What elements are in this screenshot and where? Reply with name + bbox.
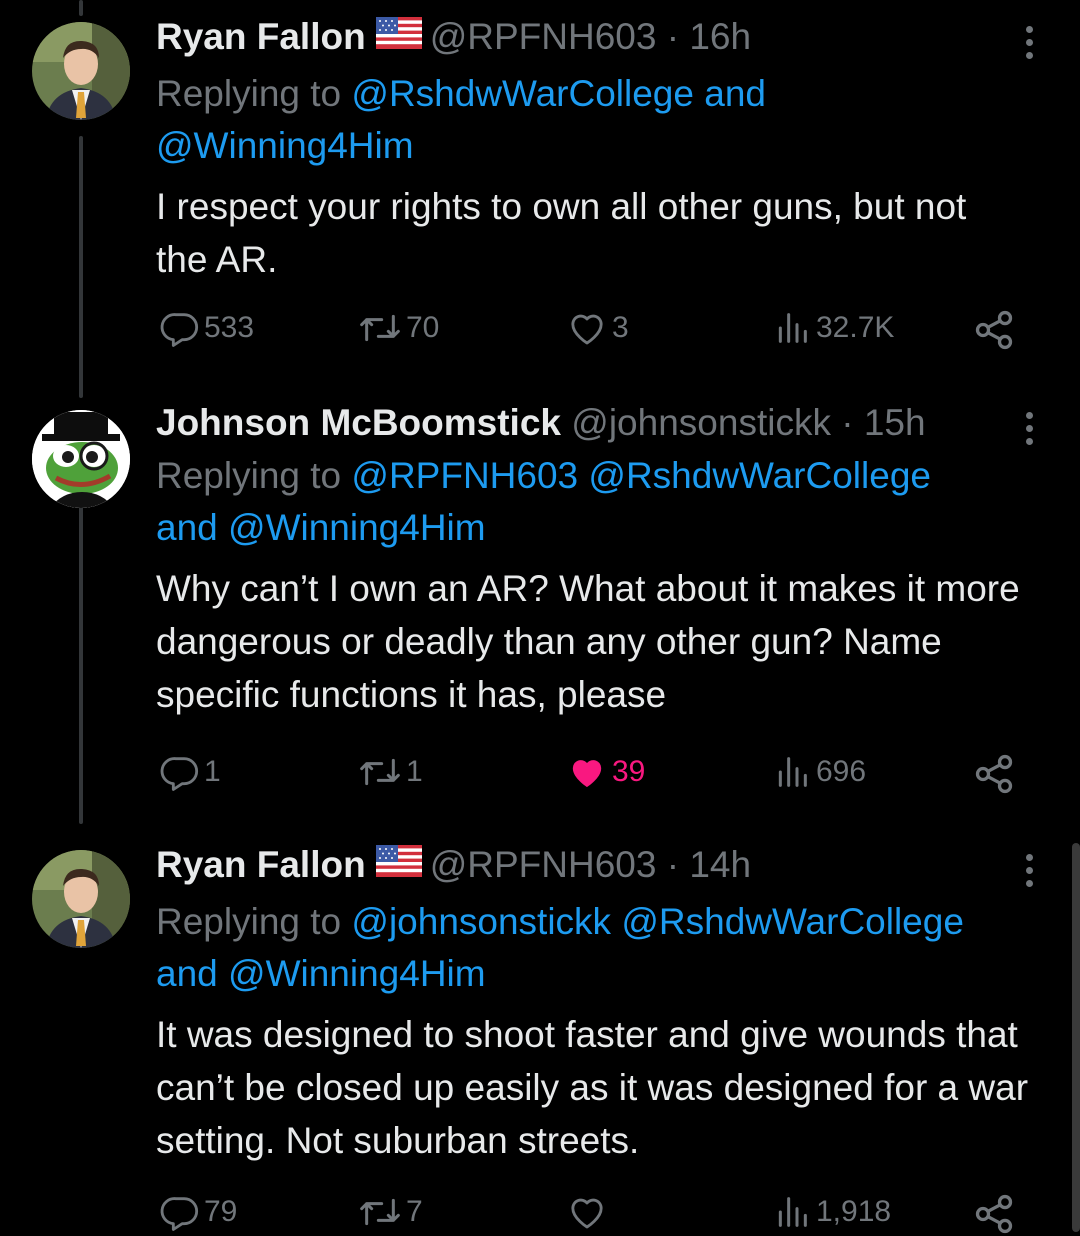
share-button[interactable] (972, 1192, 1016, 1236)
heart-icon (571, 1198, 603, 1229)
replying-to: Replying to @johnsonstickk @RshdwWarColl… (156, 896, 1040, 1000)
tweet-header: Ryan Fallon @RPFNH603 · 14h (156, 842, 1040, 892)
reply-button[interactable]: 1 (160, 752, 221, 792)
user-handle[interactable]: @RPFNH603 (430, 16, 657, 57)
avatar[interactable] (32, 410, 130, 508)
tweet[interactable]: Ryan Fallon @RPFNH603 · 16h Replying to @… (0, 0, 1080, 400)
tweet-header: Ryan Fallon @RPFNH603 · 16h (156, 14, 1040, 64)
tweet-header: Johnson McBoomstick @johnsonstickk · 15h (156, 400, 1040, 446)
mention-list[interactable]: and @Winning4Him (156, 507, 486, 548)
replying-label: Replying to (156, 455, 342, 496)
share-button[interactable] (972, 752, 1016, 796)
timestamp[interactable]: 15h (864, 402, 926, 443)
views-button[interactable]: 32.7K (772, 308, 894, 348)
views-button[interactable]: 1,918 (772, 1192, 891, 1232)
like-count: 3 (612, 311, 629, 344)
like-button[interactable]: 3 (566, 308, 629, 348)
timestamp[interactable]: 16h (689, 16, 751, 57)
scrollbar[interactable] (1072, 843, 1080, 1232)
tweet-text: I respect your rights to own all other g… (156, 186, 967, 281)
tweet[interactable]: Ryan Fallon @RPFNH603 · 14h Replying to @… (0, 830, 1080, 1234)
retweet-icon (360, 314, 400, 342)
retweet-icon (360, 1198, 400, 1226)
retweet-count: 7 (406, 1195, 423, 1228)
retweet-icon (360, 758, 400, 786)
heart-icon (571, 314, 603, 345)
tweet-text: It was designed to shoot faster and give… (156, 1014, 1029, 1162)
tweet-text: Why can’t I own an AR? What about it mak… (156, 568, 1020, 715)
reply-count: 1 (204, 755, 221, 788)
reply-button[interactable]: 533 (160, 308, 254, 348)
views-count: 32.7K (816, 311, 895, 344)
reply-icon (160, 313, 199, 347)
action-bar: 533 70 3 32.7K (160, 308, 1020, 352)
like-button[interactable]: 39 (566, 752, 645, 792)
mention-list[interactable]: @RshdwWarCollege and (351, 73, 766, 114)
views-icon (778, 757, 807, 787)
user-handle[interactable]: @RPFNH603 (430, 844, 657, 885)
views-button[interactable]: 696 (772, 752, 866, 792)
retweet-button[interactable]: 7 (358, 1192, 423, 1232)
mention-list[interactable]: @Winning4Him (156, 125, 414, 166)
heart-icon (572, 760, 602, 787)
user-handle[interactable]: @johnsonstickk (571, 402, 831, 443)
reply-count: 79 (204, 1195, 238, 1228)
display-name[interactable]: Ryan Fallon (156, 16, 366, 57)
timestamp[interactable]: 14h (689, 844, 751, 885)
display-name[interactable]: Johnson McBoomstick (156, 402, 561, 443)
avatar[interactable] (32, 22, 130, 120)
replying-to: Replying to @RshdwWarCollege and @Winnin… (156, 68, 1040, 172)
reply-button[interactable]: 79 (160, 1192, 237, 1232)
display-name[interactable]: Ryan Fallon (156, 844, 366, 885)
views-count: 1,918 (816, 1195, 892, 1228)
reply-count: 533 (204, 311, 255, 344)
tweet[interactable]: Johnson McBoomstick @johnsonstickk · 15h… (0, 400, 1080, 830)
action-bar: 1 1 39 696 (160, 752, 1020, 796)
us-flag-icon (375, 14, 422, 60)
us-flag-icon (375, 842, 422, 888)
like-button[interactable] (566, 1192, 612, 1232)
share-button[interactable] (972, 308, 1016, 352)
share-icon (975, 310, 1013, 350)
replying-to: Replying to @RPFNH603 @RshdwWarCollege a… (156, 450, 1040, 554)
separator-dot: · (656, 844, 690, 885)
replying-label: Replying to (156, 73, 342, 115)
views-icon (778, 1197, 807, 1227)
retweet-button[interactable]: 70 (358, 308, 439, 348)
share-icon (975, 1194, 1013, 1234)
action-bar: 79 7 1,918 (160, 1192, 1020, 1236)
reply-icon (160, 757, 199, 791)
retweet-count: 1 (406, 755, 423, 788)
mention-list[interactable]: @johnsonstickk @RshdwWarCollege (351, 901, 964, 942)
share-icon (975, 754, 1013, 794)
more-icon[interactable] (1026, 412, 1034, 451)
avatar[interactable] (32, 850, 130, 948)
views-icon (778, 313, 807, 343)
like-count: 39 (612, 755, 646, 788)
mention-list[interactable]: @RPFNH603 @RshdwWarCollege (351, 455, 931, 496)
views-count: 696 (816, 755, 867, 788)
reply-icon (160, 1197, 199, 1231)
retweet-button[interactable]: 1 (358, 752, 423, 792)
retweet-count: 70 (406, 311, 440, 344)
separator-dot: · (656, 16, 690, 57)
more-icon[interactable] (1026, 26, 1034, 65)
more-icon[interactable] (1026, 854, 1034, 893)
separator-dot: · (830, 402, 864, 443)
replying-label: Replying to (156, 901, 342, 943)
mention-list[interactable]: and @Winning4Him (156, 953, 486, 994)
